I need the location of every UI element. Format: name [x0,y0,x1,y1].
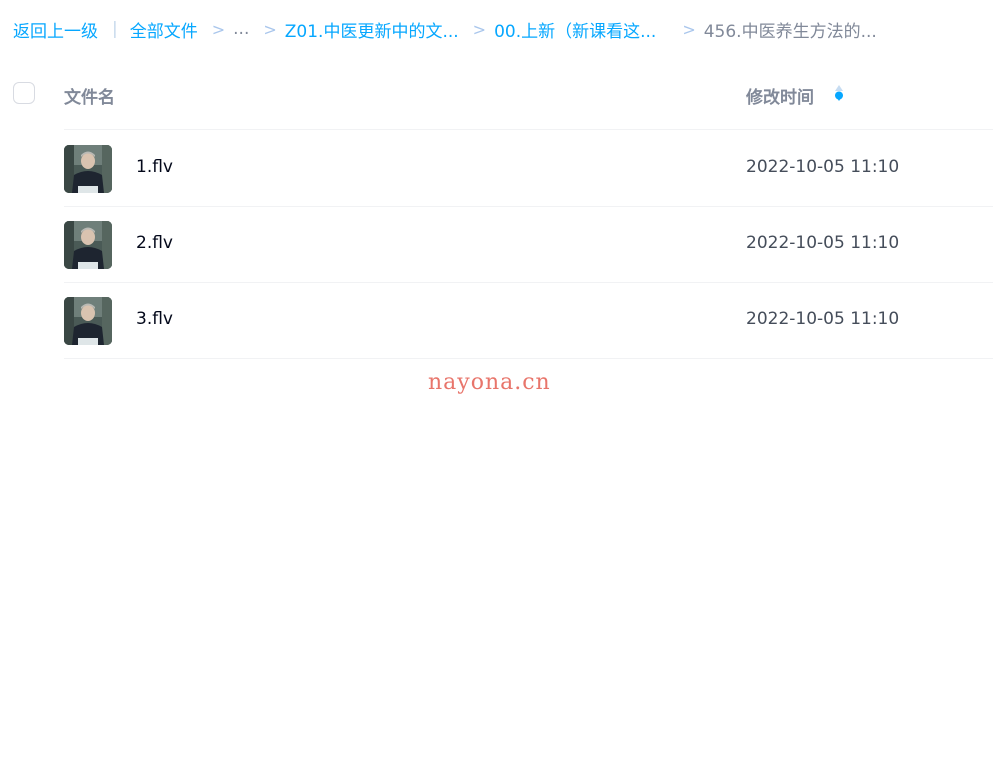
breadcrumb-separator: > [682,19,696,39]
file-row[interactable]: 3.flv 2022-10-05 11:10 [64,283,993,359]
video-thumbnail [64,297,112,345]
file-modified-time: 2022-10-05 11:10 [746,157,900,177]
file-modified-time: 2022-10-05 11:10 [746,309,900,329]
file-modified-time: 2022-10-05 11:10 [746,233,900,253]
breadcrumb-item-z01-folder[interactable]: Z01.中医更新中的文... [285,17,459,42]
breadcrumb-separator: > [472,19,487,39]
sort-icon[interactable] [834,84,844,102]
file-name[interactable]: 2.flv [136,233,173,253]
watermark-text: nayona.cn [428,370,551,395]
file-name[interactable]: 3.flv [136,309,173,329]
video-thumbnail-icon [64,221,112,269]
column-header-modified[interactable]: 修改时间 [746,83,814,108]
breadcrumb-item-00-folder[interactable]: 00.上新（新课看这... [494,17,656,42]
breadcrumb-item-ellipsis[interactable]: ... [233,19,249,39]
list-header: 文件名 修改时间 [0,70,993,130]
breadcrumb-divider: | [112,19,118,39]
breadcrumb: 返回上一级 | 全部文件 > ... > Z01.中医更新中的文... > 00… [13,17,877,42]
breadcrumb-current-folder: 456.中医养生方法的... [703,21,877,42]
file-row[interactable]: 1.flv 2022-10-05 11:10 [64,131,993,207]
breadcrumb-separator: > [211,19,226,39]
breadcrumb-separator: > [263,19,277,39]
column-header-name[interactable]: 文件名 [64,83,115,108]
video-thumbnail-icon [64,297,112,345]
file-name[interactable]: 1.flv [136,157,173,177]
back-link[interactable]: 返回上一级 [13,17,98,42]
video-thumbnail-icon [64,145,112,193]
header-divider [64,129,993,130]
video-thumbnail [64,145,112,193]
file-list: 1.flv 2022-10-05 11:10 2.flv 2022-10-05 … [0,131,993,359]
select-all-checkbox[interactable] [13,82,35,104]
breadcrumb-item-all-files[interactable]: 全部文件 [130,17,198,42]
video-thumbnail [64,221,112,269]
file-row[interactable]: 2.flv 2022-10-05 11:10 [64,207,993,283]
file-browser-page: 返回上一级 | 全部文件 > ... > Z01.中医更新中的文... > 00… [0,0,993,766]
